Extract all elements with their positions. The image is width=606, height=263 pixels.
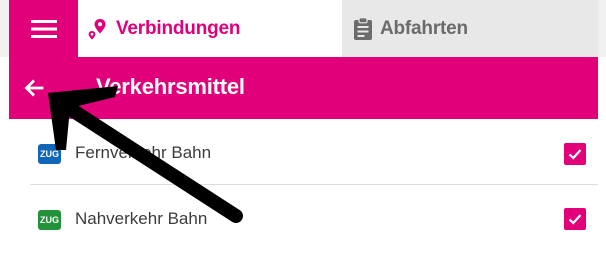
back-button[interactable] bbox=[22, 76, 46, 100]
checkmark-icon bbox=[568, 149, 582, 160]
hamburger-menu-icon bbox=[30, 19, 57, 38]
tab-verbindungen-label: Verbindungen bbox=[116, 17, 241, 39]
page-header: Verkehrsmittel bbox=[9, 57, 598, 119]
train-badge: ZUG bbox=[38, 210, 61, 230]
menu-button[interactable] bbox=[9, 0, 78, 57]
tab-abfahrten[interactable]: Abfahrten bbox=[342, 0, 598, 57]
map-pin-route-icon bbox=[85, 17, 109, 41]
checkmark-icon bbox=[568, 214, 582, 225]
checkbox[interactable] bbox=[564, 208, 586, 230]
tab-verbindungen[interactable]: Verbindungen bbox=[78, 0, 342, 57]
checkbox[interactable] bbox=[564, 143, 586, 165]
top-tab-bar: Verbindungen Abfahrten bbox=[0, 0, 606, 57]
page-title: Verkehrsmittel bbox=[96, 74, 245, 99]
clipboard-icon bbox=[352, 16, 374, 41]
tab-abfahrten-label: Abfahrten bbox=[380, 17, 468, 39]
list-item[interactable]: ZUG Fernverkehr Bahn bbox=[30, 121, 598, 184]
list-item-label: Fernverkehr Bahn bbox=[75, 143, 212, 162]
list-item-label: Nahverkehr Bahn bbox=[75, 209, 208, 228]
transport-list: ZUG Fernverkehr Bahn ZUG Nahverkehr Bahn bbox=[30, 121, 598, 248]
list-item[interactable]: ZUG Nahverkehr Bahn bbox=[30, 184, 598, 248]
train-badge: ZUG bbox=[38, 144, 61, 164]
arrow-left-icon bbox=[24, 79, 44, 97]
